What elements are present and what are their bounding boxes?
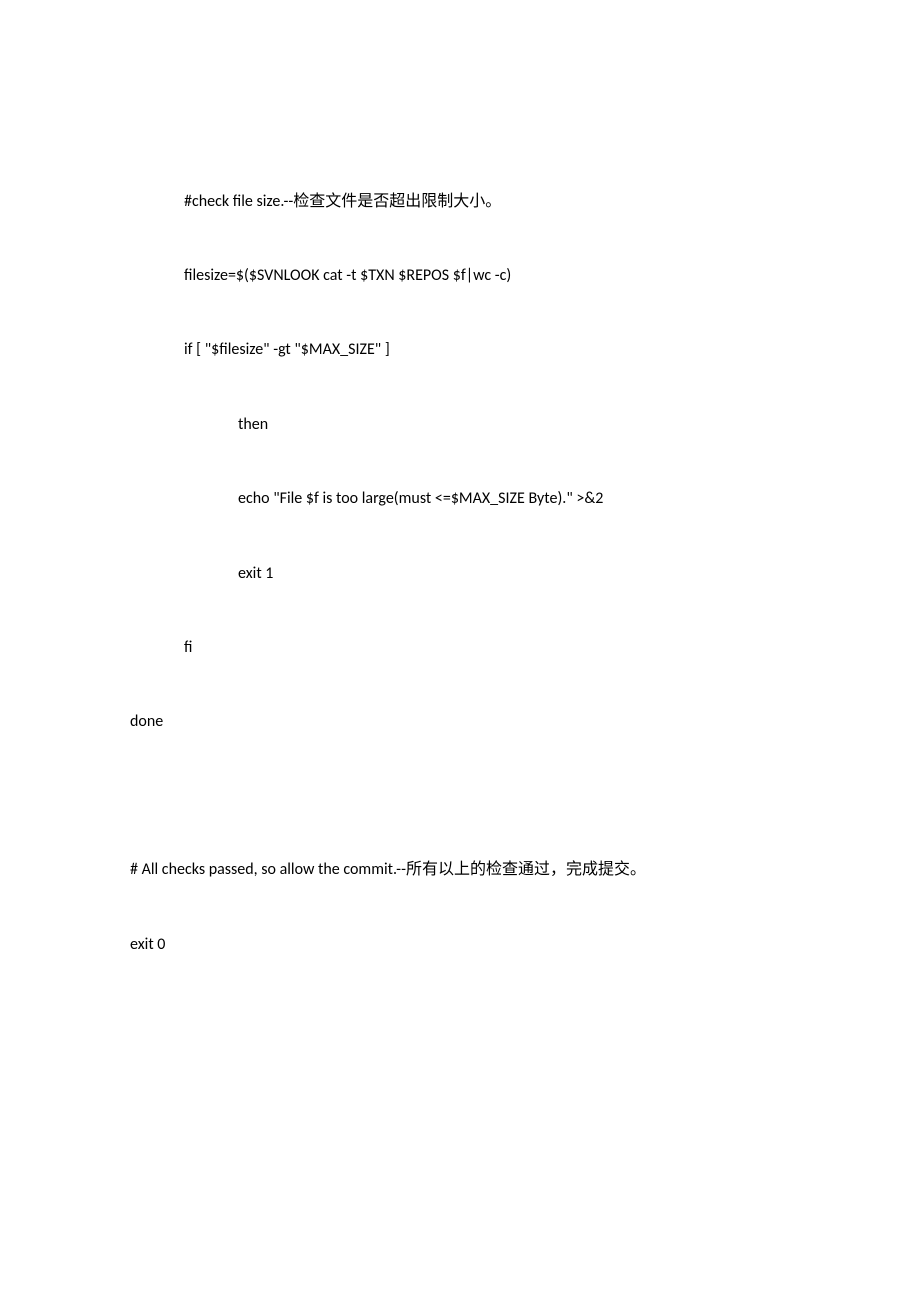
code-line: echo "File $f is too large(must <=$MAX_S…: [130, 487, 790, 512]
code-line: filesize=$($SVNLOOK cat -t $TXN $REPOS $…: [130, 264, 790, 289]
code-line: then: [130, 413, 790, 438]
code-line: fi: [130, 636, 790, 661]
code-line: if [ "$filesize" -gt "$MAX_SIZE" ]: [130, 338, 790, 363]
code-line: exit 0: [130, 933, 790, 958]
code-line: done: [130, 710, 790, 735]
code-line: #check file size.--检查文件是否超出限制大小。: [130, 190, 790, 215]
document-page: #check file size.--检查文件是否超出限制大小。 filesiz…: [0, 0, 920, 982]
code-line: exit 1: [130, 562, 790, 587]
blank-line: [130, 785, 790, 809]
code-line: # All checks passed, so allow the commit…: [130, 858, 790, 883]
